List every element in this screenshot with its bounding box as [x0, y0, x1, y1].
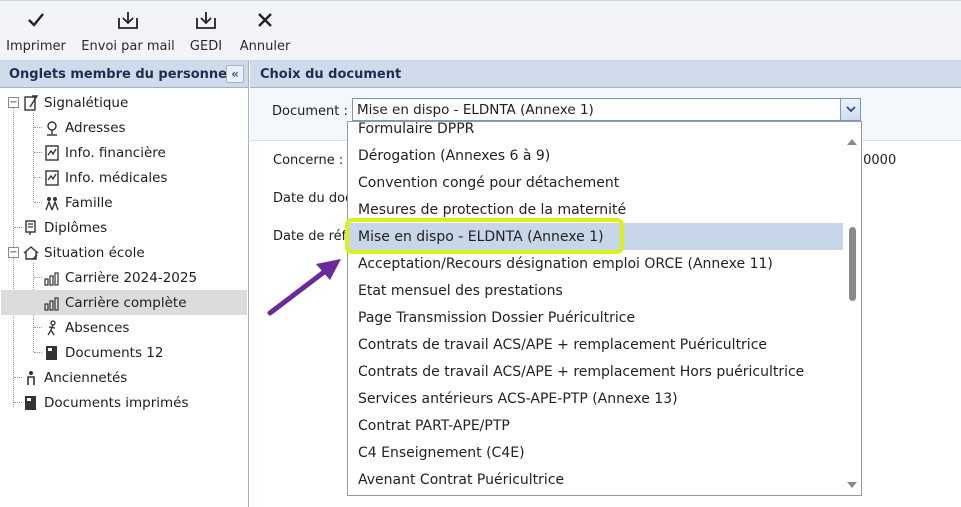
- tree-item-situation-ecole[interactable]: Situation école: [23, 240, 145, 265]
- person-icon: [23, 370, 39, 386]
- document-select-value: Mise en dispo - ELDNTA (Annexe 1): [357, 101, 594, 118]
- school-icon: [23, 245, 39, 261]
- map-pin-icon: [44, 120, 60, 136]
- tree-item-info-financiere[interactable]: Info. financière: [44, 140, 166, 165]
- document-icon: [44, 345, 60, 361]
- print-button-label: Imprimer: [6, 39, 66, 54]
- tree-connector: [34, 352, 42, 353]
- scroll-down-arrow-icon[interactable]: [846, 480, 858, 490]
- download-tray-icon: [195, 5, 217, 35]
- tree-item-documents[interactable]: Documents 12: [44, 340, 163, 365]
- dropdown-option[interactable]: Page Transmission Dossier Puéricultrice: [348, 304, 843, 331]
- chevron-down-icon[interactable]: [840, 99, 860, 120]
- printed-document-icon: [23, 395, 39, 411]
- diploma-icon: [23, 219, 39, 236]
- dropdown-option[interactable]: C4 Enseignement (C4E): [348, 439, 843, 466]
- tree-connector: [34, 127, 42, 128]
- dropdown-option[interactable]: Contrat PART-APE/PTP: [348, 412, 843, 439]
- document-label: Document :: [272, 104, 348, 119]
- family-icon: [44, 195, 60, 211]
- cancel-button[interactable]: Annuler: [240, 5, 290, 59]
- double-chevron-left-icon[interactable]: «: [226, 65, 244, 83]
- tree-connector: [14, 377, 22, 378]
- tree-connector: [34, 327, 42, 328]
- dropdown-option[interactable]: Contrats de travail ACS/APE + remplaceme…: [348, 331, 843, 358]
- tree-item-absences[interactable]: Absences: [44, 315, 129, 340]
- staff-tabs-header: Onglets membre du personnel «: [0, 61, 248, 88]
- gedi-label: GEDI: [189, 39, 223, 54]
- dropdown-option[interactable]: Dérogation (Annexes 6 à 9): [348, 142, 843, 169]
- dropdown-option[interactable]: Avenant Contrat Puéricultrice: [348, 466, 843, 493]
- mail-download-icon: [117, 5, 139, 35]
- bar-chart-icon: [44, 295, 60, 311]
- concerne-value: .0000: [859, 153, 897, 168]
- tree-item-anciennetes[interactable]: Anciennetés: [23, 365, 127, 390]
- person-walking-icon: [44, 319, 60, 336]
- tree-item-signaletique[interactable]: Signalétique: [23, 90, 128, 115]
- check-icon: [27, 5, 45, 35]
- tree-connector: [14, 227, 22, 228]
- finance-chart-icon: [44, 144, 60, 161]
- scroll-up-arrow-icon[interactable]: [846, 136, 858, 146]
- tree-item-documents-imprimes[interactable]: Documents imprimés: [23, 390, 189, 415]
- collapse-situation-ecole-toggle[interactable]: −: [8, 247, 19, 258]
- toolbar: Imprimer Envoi par mail GEDI Annuler: [0, 0, 961, 61]
- dropdown-option[interactable]: Acceptation/Recours désignation emploi O…: [348, 250, 843, 277]
- tree-item-famille[interactable]: Famille: [44, 190, 113, 215]
- close-icon: [257, 5, 273, 35]
- dropdown-option[interactable]: Services antérieurs ACS-APE-PTP (Annexe …: [348, 385, 843, 412]
- document-select[interactable]: Mise en dispo - ELDNTA (Annexe 1): [352, 98, 861, 121]
- print-button[interactable]: Imprimer: [6, 5, 66, 59]
- date-reference-label: Date de réfé: [273, 229, 355, 244]
- bar-chart-icon: [44, 270, 60, 286]
- tree-connector: [34, 202, 42, 203]
- collapse-signaletique-toggle[interactable]: −: [8, 97, 19, 108]
- dropdown-option[interactable]: Mesures de protection de la maternité: [348, 196, 843, 223]
- staff-tabs-panel: Onglets membre du personnel « − Signalét…: [0, 61, 249, 507]
- staff-tabs-title: Onglets membre du personnel: [9, 66, 232, 82]
- dropdown-scrollbar[interactable]: [843, 122, 861, 495]
- tree-item-adresses[interactable]: Adresses: [44, 115, 126, 140]
- tree-connector: [34, 277, 42, 278]
- dropdown-option[interactable]: Contrats de travail ACS/APE + remplaceme…: [348, 358, 843, 385]
- dropdown-option[interactable]: Convention congé pour détachement: [348, 169, 843, 196]
- tree-connector: [34, 152, 42, 153]
- concerne-label: Concerne :: [273, 153, 344, 168]
- dropdown-option[interactable]: Formulaire DPPR: [348, 122, 843, 142]
- dropdown-option-selected[interactable]: Mise en dispo - ELDNTA (Annexe 1): [348, 223, 843, 250]
- document-choice-header: Choix du document: [250, 61, 961, 88]
- id-card-icon: [23, 94, 39, 111]
- tree-connector: [34, 177, 42, 178]
- document-choice-title: Choix du document: [260, 66, 402, 82]
- tree-item-info-medicales[interactable]: Info. médicales: [44, 165, 167, 190]
- dropdown-option[interactable]: Etat mensuel des prestations: [348, 277, 843, 304]
- scrollbar-thumb[interactable]: [849, 227, 856, 301]
- send-by-mail-label: Envoi par mail: [81, 39, 175, 54]
- send-by-mail-button[interactable]: Envoi par mail: [81, 5, 175, 59]
- tree-item-diplomes[interactable]: Diplômes: [23, 215, 107, 240]
- medical-chart-icon: [44, 169, 60, 186]
- tree-connector: [14, 402, 22, 403]
- document-dropdown-list: Formulaire DPPR Dérogation (Annexes 6 à …: [347, 121, 862, 496]
- tree-item-carriere-complete[interactable]: Carrière complète: [1, 290, 247, 315]
- tree-item-carriere-2024-2025[interactable]: Carrière 2024-2025: [44, 265, 197, 290]
- gedi-button[interactable]: GEDI: [188, 5, 224, 59]
- cancel-label: Annuler: [239, 39, 291, 54]
